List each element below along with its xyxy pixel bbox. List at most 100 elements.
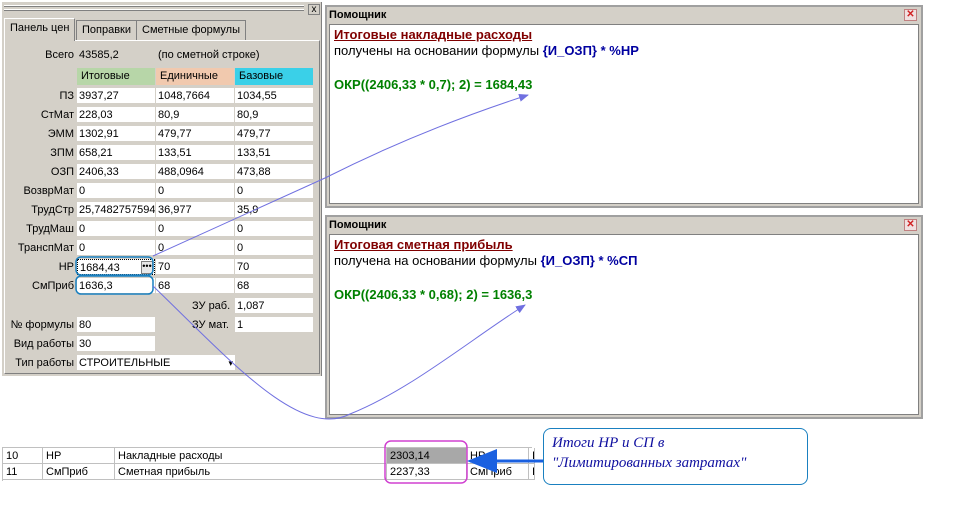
zu-mat-field[interactable]: 1	[235, 317, 313, 333]
cell-unit[interactable]: 36,977	[156, 202, 234, 218]
cell-base[interactable]: 133,51	[235, 145, 313, 161]
cell-total[interactable]: 1302,91	[77, 126, 155, 142]
row-code: СмПриб	[43, 464, 115, 480]
row-label: ЗПМ	[50, 147, 74, 159]
zu-rab-field[interactable]: 1,087	[235, 298, 313, 314]
row-number: 10	[3, 448, 43, 464]
cell-total[interactable]: 25,7482757594	[77, 202, 155, 218]
cell-unit[interactable]: 0	[156, 240, 234, 256]
cell-unit[interactable]: 479,77	[156, 126, 234, 142]
price-panel: x Панель цен Поправки Сметные формулы Вс…	[2, 2, 322, 376]
formula-text: {И_ОЗП} * %СП	[540, 253, 638, 268]
work-type-label: Тип работы	[15, 357, 74, 369]
zu-mat-label: ЗУ мат.	[192, 319, 229, 331]
formula-number-label: № формулы	[10, 319, 74, 331]
row-number: 11	[3, 464, 43, 480]
cell-unit[interactable]: 0	[156, 221, 234, 237]
cell-unit[interactable]: 488,0964	[156, 164, 234, 180]
window-title: Помощник	[329, 219, 387, 231]
cell-total[interactable]: 2406,33	[77, 164, 155, 180]
callout-line-2: "Лимитированных затратах"	[552, 455, 747, 471]
row-code-2: НР	[467, 448, 529, 464]
zu-rab-label: ЗУ раб.	[192, 300, 231, 312]
panel-close-button[interactable]: x	[308, 4, 320, 15]
tab-price-panel[interactable]: Панель цен	[4, 18, 76, 41]
cell-unit[interactable]: 0	[156, 183, 234, 199]
formula-number-field[interactable]: 80	[77, 317, 155, 333]
cell-base[interactable]: 479,77	[235, 126, 313, 142]
row-label: ЭММ	[47, 128, 74, 140]
cell-total-nr[interactable]: 1684,43 •••	[77, 259, 155, 275]
row-value[interactable]: 2237,33	[387, 464, 467, 480]
panel-grip-bar[interactable]	[2, 2, 320, 15]
assistant-heading: Итоговая сметная прибыль	[334, 237, 513, 252]
basis-text: получена на основании формулы	[334, 253, 537, 268]
cell-unit[interactable]: 70	[156, 259, 234, 275]
cell-total[interactable]: 1636,3	[77, 278, 155, 294]
row-label: ОЗП	[50, 166, 74, 178]
work-type-select[interactable]: СТРОИТЕЛЬНЫЕ ▾	[77, 355, 235, 371]
cell-total[interactable]: 228,03	[77, 107, 155, 123]
cell-total[interactable]: 0	[77, 240, 155, 256]
cell-unit[interactable]: 1048,7664	[156, 88, 234, 104]
cell-base[interactable]: 70	[235, 259, 313, 275]
cell-base[interactable]: 0	[235, 240, 313, 256]
cell-base[interactable]: 80,9	[235, 107, 313, 123]
total-note: (по сметной строке)	[158, 49, 260, 61]
row-name: Сметная прибыль	[115, 464, 387, 480]
cell-base[interactable]: 0	[235, 221, 313, 237]
tab-estimate-formulas[interactable]: Сметные формулы	[136, 20, 247, 40]
grip-line	[4, 5, 304, 7]
cell-total[interactable]: 0	[77, 183, 155, 199]
more-dots-button[interactable]: •••	[141, 261, 153, 274]
column-header-base: Базовые	[235, 68, 313, 85]
row-label: ВозврМат	[23, 185, 74, 197]
formula-text: {И_ОЗП} * %НР	[542, 43, 639, 58]
basis-text: получены на основании формулы	[334, 43, 540, 58]
row-extra: I	[529, 464, 535, 480]
cell-unit[interactable]: 80,9	[156, 107, 234, 123]
table-row[interactable]: 11 СмПриб Сметная прибыль 2237,33 СмПриб…	[3, 464, 535, 480]
row-value[interactable]: 2303,14	[387, 448, 467, 464]
cell-base[interactable]: 68	[235, 278, 313, 294]
row-code: НР	[43, 448, 115, 464]
total-label: Всего	[45, 49, 74, 61]
cell-base[interactable]: 0	[235, 183, 313, 199]
row-name: Накладные расходы	[115, 448, 387, 464]
chevron-down-icon[interactable]: ▾	[228, 355, 233, 370]
work-kind-label: Вид работы	[13, 338, 74, 350]
cell-base[interactable]: 1034,55	[235, 88, 313, 104]
grip-line	[4, 9, 304, 11]
annotation-callout: Итоги НР и СП в "Лимитированных затратах…	[543, 428, 808, 485]
cell-unit[interactable]: 68	[156, 278, 234, 294]
formula-description: получена на основании формулы {И_ОЗП} * …	[334, 253, 637, 268]
calculation-result: ОКР((2406,33 * 0,68); 2) = 1636,3	[334, 287, 533, 302]
row-label: ПЗ	[59, 90, 74, 102]
cell-base[interactable]: 35,9	[235, 202, 313, 218]
cell-base[interactable]: 473,88	[235, 164, 313, 180]
assistant-window-profit: Помощник ✕ Итоговая сметная прибыль полу…	[325, 215, 923, 419]
close-icon[interactable]: ✕	[904, 219, 917, 231]
cell-total[interactable]: 658,21	[77, 145, 155, 161]
cell-unit[interactable]: 133,51	[156, 145, 234, 161]
cell-total[interactable]: 3937,27	[77, 88, 155, 104]
row-code-2: СмПриб	[467, 464, 529, 480]
row-label: ТрудМаш	[26, 223, 74, 235]
calculation-result: ОКР((2406,33 * 0,7); 2) = 1684,43	[334, 77, 533, 92]
limited-costs-table: 10 НР Накладные расходы 2303,14 НР I 11 …	[2, 447, 535, 481]
cell-total-nr-value: 1684,43	[80, 262, 120, 274]
cell-total[interactable]: 0	[77, 221, 155, 237]
row-label: СмПриб	[32, 280, 74, 292]
table-row[interactable]: 10 НР Накладные расходы 2303,14 НР I	[3, 448, 535, 464]
row-extra: I	[529, 448, 535, 464]
assistant-content: Итоговая сметная прибыль получена на осн…	[329, 234, 919, 415]
work-kind-field[interactable]: 30	[77, 336, 155, 352]
total-value: 43585,2	[77, 47, 154, 63]
row-label: НР	[58, 261, 74, 273]
work-type-value: СТРОИТЕЛЬНЫЕ	[79, 357, 171, 369]
column-header-total: Итоговые	[77, 68, 155, 85]
row-label: СтМат	[40, 109, 74, 121]
close-icon[interactable]: ✕	[904, 9, 917, 21]
formula-description: получены на основании формулы {И_ОЗП} * …	[334, 43, 639, 58]
tab-corrections[interactable]: Поправки	[76, 20, 138, 40]
